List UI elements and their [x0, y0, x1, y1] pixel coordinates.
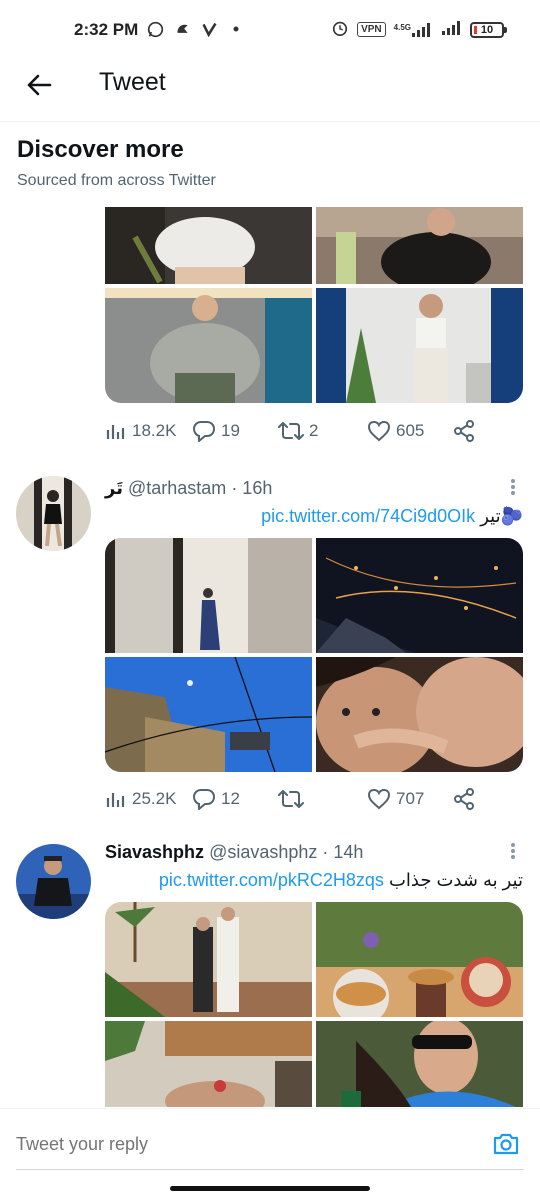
- bar-chart-icon: [106, 793, 125, 807]
- retweet-icon: [278, 790, 304, 808]
- tweet-2-actions: 25.2K 12 707: [105, 788, 523, 814]
- tweet-1-media[interactable]: [105, 207, 523, 403]
- tweet-time: · 16h: [231, 478, 273, 498]
- tweet-photo[interactable]: [105, 902, 312, 1017]
- reply-button[interactable]: 19: [192, 420, 240, 442]
- dot-icon: [227, 20, 245, 38]
- more-options-icon[interactable]: [510, 477, 516, 497]
- gesture-nav-handle[interactable]: [170, 1186, 370, 1191]
- signal-2-icon: [442, 21, 462, 38]
- author-handle[interactable]: @tarhastam: [128, 478, 226, 498]
- whatsapp-icon: [146, 20, 164, 38]
- retweet-button[interactable]: 2: [278, 420, 318, 442]
- app-header: Tweet: [0, 60, 540, 122]
- network-label: 4.5G: [393, 22, 411, 32]
- v-notification-icon: [200, 20, 218, 38]
- like-count: 707: [396, 789, 425, 808]
- tweet-photo[interactable]: [316, 538, 523, 653]
- tweet-2-header: تَر @tarhastam · 16h: [105, 478, 272, 499]
- system-status: VPN 4.5G 10: [331, 19, 507, 40]
- like-count: 605: [396, 421, 425, 440]
- reply-button[interactable]: 12: [192, 788, 240, 810]
- share-button[interactable]: [453, 420, 475, 442]
- heart-icon: [367, 420, 391, 442]
- tweet-2-media[interactable]: [105, 538, 523, 772]
- battery-icon: 10: [470, 21, 507, 38]
- alarm-icon: [331, 19, 349, 40]
- tweet-photo[interactable]: [316, 288, 523, 403]
- tweet-photo[interactable]: [105, 538, 312, 653]
- reply-count: 12: [221, 789, 240, 808]
- bar-chart-icon: [106, 425, 125, 439]
- status-bar: 2:32 PM VPN 4.5G 10: [0, 0, 540, 60]
- tweet-3-text: pic.twitter.com/pkRC2H8zqs تیر به شدت جذ…: [159, 870, 523, 891]
- like-button[interactable]: 707: [367, 788, 424, 810]
- discover-title: Discover more: [17, 136, 184, 163]
- reply-bar: [0, 1108, 540, 1178]
- camera-button[interactable]: [492, 1131, 520, 1157]
- tweet-body: تیر به شدت جذاب: [388, 870, 523, 890]
- retweet-button[interactable]: [278, 788, 309, 810]
- retweet-icon: [278, 422, 304, 440]
- tweet-body: تیر🫐: [480, 506, 523, 526]
- back-button[interactable]: [24, 70, 54, 100]
- page-title: Tweet: [99, 68, 166, 96]
- views-button[interactable]: 25.2K: [105, 788, 176, 810]
- views-count: 25.2K: [132, 789, 177, 808]
- tweet-photo[interactable]: [105, 657, 312, 772]
- signal-icon: 4.5G: [393, 22, 434, 37]
- reply-input[interactable]: [16, 1134, 416, 1155]
- share-button[interactable]: [453, 788, 475, 810]
- arrow-left-icon: [27, 74, 52, 96]
- share-icon: [454, 788, 474, 810]
- reply-count: 19: [221, 421, 240, 440]
- tweet-photo[interactable]: [316, 657, 523, 772]
- tweet-1-actions: 18.2K 19 2 605: [105, 420, 523, 446]
- tweet-2-text: pic.twitter.com/74Ci9d0OIk تیر🫐: [261, 506, 523, 527]
- tweet-photo[interactable]: [105, 207, 312, 284]
- views-count: 18.2K: [132, 421, 177, 440]
- speech-bubble-icon: [192, 421, 216, 442]
- share-icon: [454, 420, 474, 442]
- tweet-time: · 14h: [322, 842, 364, 862]
- more-options-icon[interactable]: [510, 841, 516, 861]
- reply-underline: [16, 1169, 524, 1170]
- tweet-photo[interactable]: [316, 207, 523, 284]
- author-name[interactable]: Siavashphz: [105, 842, 204, 862]
- tweet-3-media[interactable]: [105, 902, 523, 1107]
- views-button[interactable]: 18.2K: [105, 420, 176, 442]
- status-time: 2:32 PM: [74, 20, 139, 39]
- tweet-photo[interactable]: [316, 902, 523, 1017]
- notification-icons: [146, 20, 245, 38]
- retweet-count: 2: [309, 421, 319, 440]
- speech-bubble-icon: [192, 789, 216, 810]
- tweet-link[interactable]: pic.twitter.com/74Ci9d0OIk: [261, 506, 475, 526]
- tweet-photo[interactable]: [105, 1021, 312, 1107]
- vpn-badge: VPN: [357, 22, 386, 37]
- camera-icon: [493, 1133, 519, 1155]
- tweet-photo[interactable]: [105, 288, 312, 403]
- tweet-photo[interactable]: [316, 1021, 523, 1107]
- heart-icon: [367, 788, 391, 810]
- like-button[interactable]: 605: [367, 420, 424, 442]
- author-handle[interactable]: @siavashphz: [209, 842, 317, 862]
- tweet-link[interactable]: pic.twitter.com/pkRC2H8zqs: [159, 870, 384, 890]
- author-name[interactable]: تَر: [105, 478, 123, 498]
- app-notification-icon: [173, 20, 191, 38]
- avatar[interactable]: [16, 844, 91, 919]
- avatar[interactable]: [16, 476, 91, 551]
- discover-subtitle: Sourced from across Twitter: [17, 172, 216, 189]
- tweet-3-header: Siavashphz @siavashphz · 14h: [105, 842, 363, 863]
